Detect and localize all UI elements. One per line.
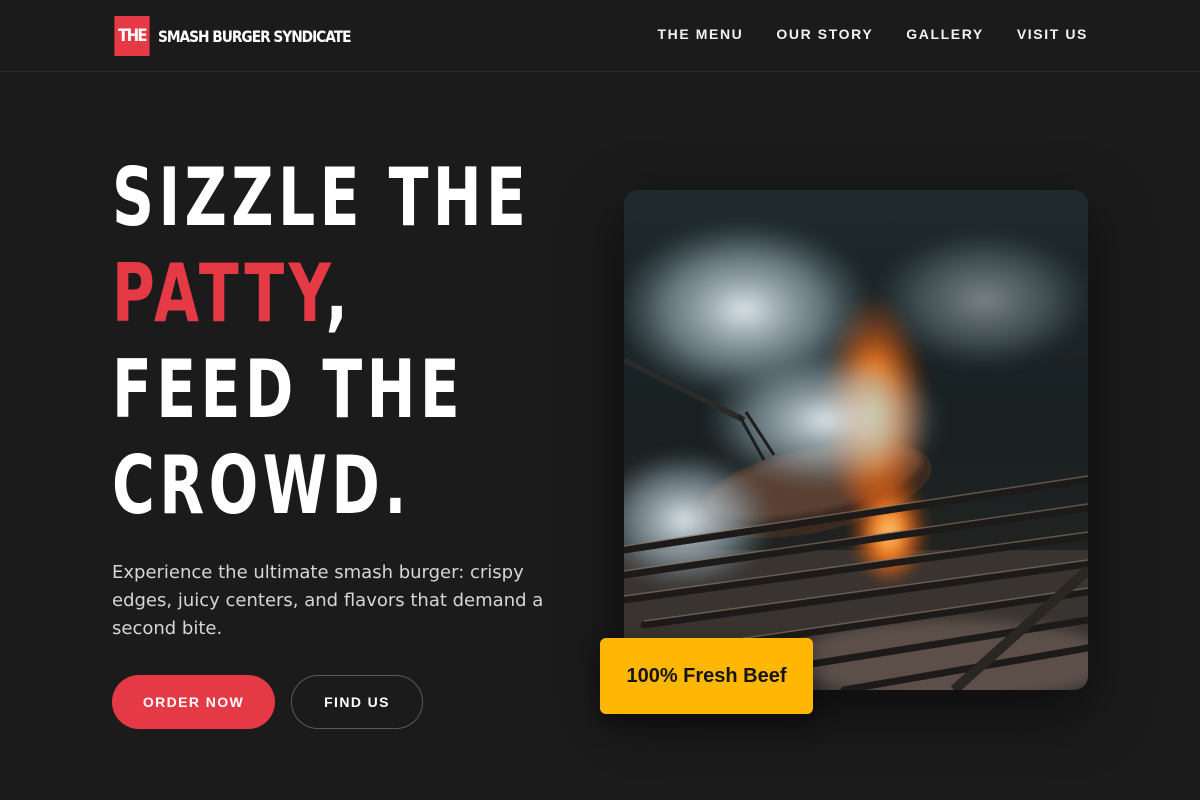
nav-item-our-story[interactable]: OUR STORY	[776, 24, 873, 44]
brand-name: SMASH BURGER SYNDICATE	[158, 26, 352, 46]
headline-accent-word: PATTY	[112, 247, 326, 340]
headline-line-2: PATTY,	[112, 246, 455, 342]
order-now-button[interactable]: ORDER NOW	[112, 675, 275, 729]
brand-logo[interactable]: THE SMASH BURGER SYNDICATE	[112, 16, 382, 56]
hero-description: Experience the ultimate smash burger: cr…	[112, 562, 544, 639]
nav-item-visit-us[interactable]: VISIT US	[1017, 24, 1088, 44]
landing-page: THE SMASH BURGER SYNDICATE THE MENU OUR …	[0, 0, 1200, 800]
grill-flame-photo-icon	[624, 190, 1088, 690]
headline-comma: ,	[325, 247, 353, 340]
fresh-beef-badge: 100% Fresh Beef	[600, 638, 813, 714]
logo-mark: THE	[114, 16, 150, 56]
headline-line-4: CROWD.	[112, 439, 411, 532]
nav-item-menu[interactable]: THE MENU	[657, 24, 743, 44]
site-header: THE SMASH BURGER SYNDICATE THE MENU OUR …	[0, 0, 1200, 72]
find-us-button[interactable]: FIND US	[291, 675, 423, 729]
main-nav: THE MENU OUR STORY GALLERY VISIT US	[657, 24, 1088, 44]
headline-line-3: FEED THE	[112, 343, 465, 436]
hero-headline: SIZZLE THE PATTY, FEED THE CROWD.	[112, 150, 531, 534]
hero-image	[624, 190, 1088, 690]
headline-line-1: SIZZLE THE	[112, 151, 531, 244]
nav-item-gallery[interactable]: GALLERY	[906, 24, 984, 44]
